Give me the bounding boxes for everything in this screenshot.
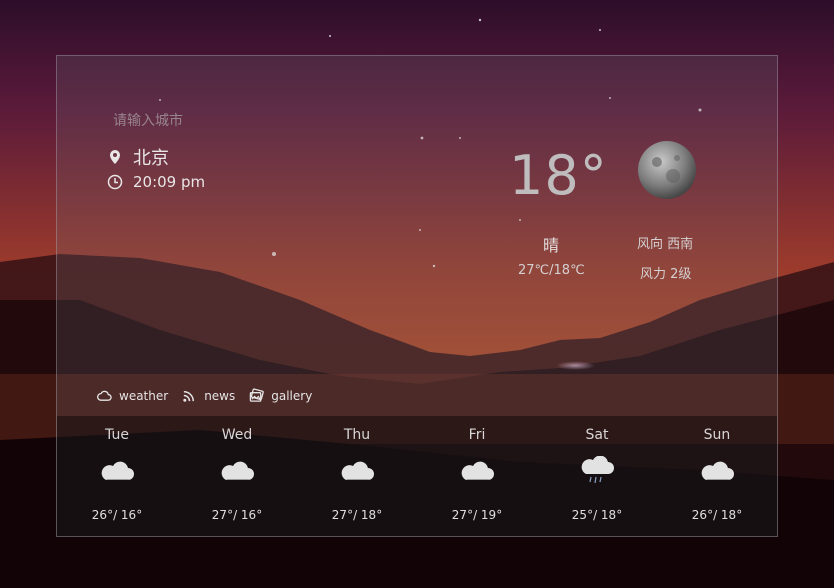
forecast-temps: 27°/ 18° xyxy=(331,508,383,522)
nav-weather-label: weather xyxy=(119,388,169,403)
nav-weather[interactable]: weather xyxy=(97,388,168,403)
wind-direction: 风向 西南 xyxy=(637,237,694,252)
cloudy-icon xyxy=(461,461,494,480)
cloudy-icon xyxy=(221,461,254,480)
rss-icon xyxy=(183,391,195,402)
time-row: 20:09 pm xyxy=(107,173,205,191)
cloudy-icon xyxy=(701,461,734,480)
temperature-range: 27℃/18℃ xyxy=(518,263,585,278)
forecast-day: Sat 25°/ 18° xyxy=(537,416,657,536)
forecast-day-name: Fri xyxy=(468,427,486,443)
forecast-day: Tue 26°/ 16° xyxy=(57,416,177,536)
cloudy-icon xyxy=(101,461,134,480)
forecast-day: Thu 27°/ 18° xyxy=(297,416,417,536)
location-row: 北京 xyxy=(107,144,169,170)
nav-bar: weather news gallery xyxy=(97,388,312,403)
moon-icon xyxy=(638,141,696,199)
forecast-day-name: Sat xyxy=(585,427,609,443)
nav-news-label: news xyxy=(204,388,236,403)
forecast-strip: Tue 26°/ 16° Wed 27°/ 16° Thu 27°/ 18° F… xyxy=(57,416,777,536)
forecast-temps: 27°/ 16° xyxy=(211,508,263,522)
local-time: 20:09 pm xyxy=(133,173,206,191)
cloudy-icon xyxy=(341,461,374,480)
forecast-day-name: Sun xyxy=(703,427,731,443)
clock-icon xyxy=(107,174,123,190)
forecast-temps: 27°/ 19° xyxy=(451,508,503,522)
rain-cloud-icon xyxy=(581,456,614,484)
weather-panel: 北京 20:09 pm 18° 晴 27℃/18℃ 风向 西南 风力 2级 xyxy=(56,55,778,537)
nav-gallery[interactable]: gallery xyxy=(249,388,312,403)
forecast-day: Wed 27°/ 16° xyxy=(177,416,297,536)
forecast-temps: 26°/ 18° xyxy=(691,508,743,522)
location-pin-icon xyxy=(110,150,120,164)
gallery-icon xyxy=(250,388,265,402)
forecast-day-name: Tue xyxy=(105,427,129,443)
nav-news[interactable]: news xyxy=(182,388,235,403)
weather-condition: 晴 xyxy=(543,236,560,255)
forecast-day: Fri 27°/ 19° xyxy=(417,416,537,536)
forecast-day-name: Thu xyxy=(343,427,371,443)
forecast-temps: 26°/ 16° xyxy=(91,508,143,522)
current-temperature: 18° xyxy=(509,144,608,207)
forecast-day: Sun 26°/ 18° xyxy=(657,416,777,536)
forecast-temps: 25°/ 18° xyxy=(571,508,623,522)
city-search-input[interactable] xyxy=(113,110,273,132)
cloud-icon xyxy=(97,390,112,401)
forecast-day-name: Wed xyxy=(221,427,253,443)
city-name: 北京 xyxy=(133,148,169,169)
nav-gallery-label: gallery xyxy=(271,388,313,403)
wind-power: 风力 2级 xyxy=(640,267,692,282)
